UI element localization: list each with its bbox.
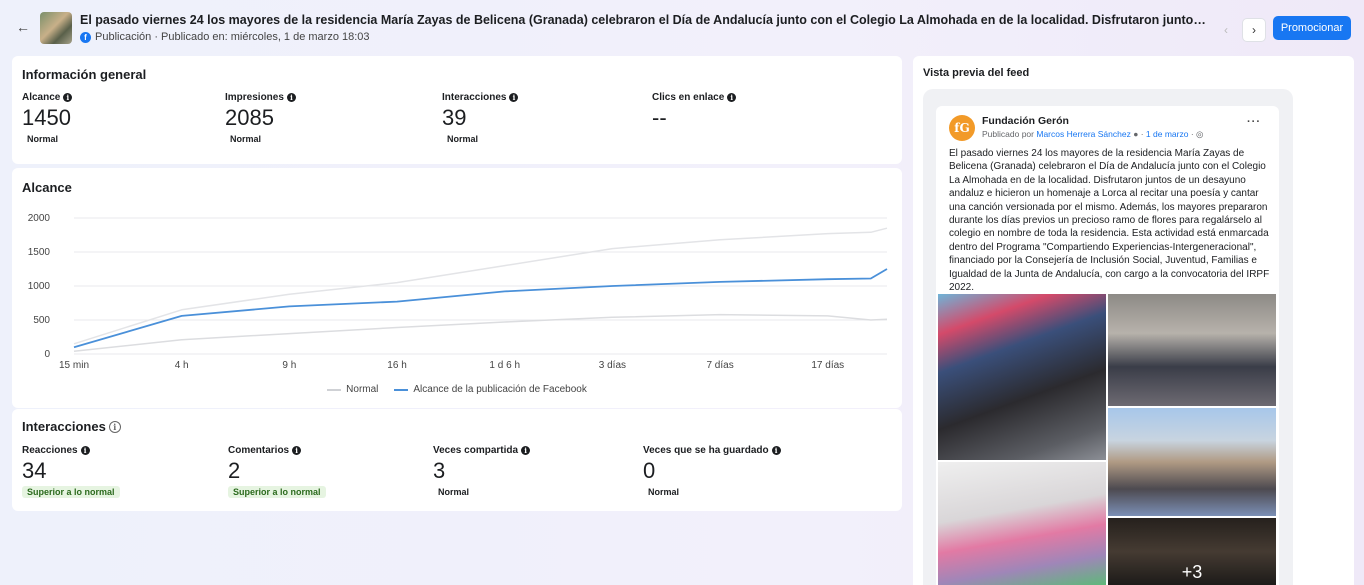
status-badge: Normal: [230, 134, 262, 144]
metric-reactions: Reacciones i 34 Superior a lo normal: [22, 445, 120, 498]
status-badge: Normal: [27, 134, 59, 144]
x-tick-label: 1 d 6 h: [489, 360, 520, 371]
interactions-panel: Interacciones i Reacciones i 34 Superior …: [12, 409, 902, 511]
metric-label: Alcance: [22, 92, 61, 103]
status-badge: Superior a lo normal: [228, 486, 326, 498]
post-title: El pasado viernes 24 los mayores de la r…: [80, 13, 1210, 27]
interactions-title-text: Interacciones: [22, 419, 106, 434]
post-meta: f Publicación · Publicado en: miércoles,…: [80, 31, 370, 43]
y-tick-label: 0: [44, 349, 50, 360]
status-badge: Normal: [438, 487, 470, 497]
metric-value: 2085: [225, 105, 274, 130]
chevron-left-icon[interactable]: ‹: [1214, 18, 1238, 42]
page-name[interactable]: Fundación Gerón: [982, 115, 1069, 127]
info-icon[interactable]: i: [521, 446, 531, 455]
reach-title: Alcance: [22, 180, 72, 195]
interactions-title: Interacciones i: [22, 419, 121, 434]
metric-interactions: Interacciones i 39 Normal: [442, 92, 519, 145]
metric-comments: Comentarios i 2 Superior a lo normal: [228, 445, 326, 498]
legend-swatch: [327, 388, 342, 391]
promote-button[interactable]: Promocionar: [1273, 16, 1351, 40]
post-photo-5[interactable]: +3: [1108, 518, 1276, 585]
reach-panel: Alcance 0 500 1000 1500 2000 15 min 4 h 9 h 16 h…: [12, 168, 902, 408]
metric-label: Reacciones: [22, 445, 78, 456]
legend-label: Alcance de la publicación de Facebook: [413, 384, 587, 395]
globe-icon: ◎: [1196, 129, 1204, 139]
metric-impressions: Impresiones i 2085 Normal: [225, 92, 296, 145]
metric-value: 1450: [22, 105, 71, 130]
post-body-text: El pasado viernes 24 los mayores de la r…: [949, 148, 1270, 294]
post-photo-1[interactable]: [938, 294, 1106, 460]
reach-chart: 0 500 1000 1500 2000 15 min 4 h 9 h 16 h 1 d 6 h 3…: [28, 213, 888, 371]
metric-value: 34: [22, 458, 47, 483]
chevron-right-icon[interactable]: ›: [1242, 18, 1266, 42]
metric-link-clicks: Clics en enlace i --: [652, 92, 737, 130]
metric-shares: Veces compartida i 3 Normal: [433, 445, 531, 498]
metric-label: Veces que se ha guardado: [643, 445, 769, 456]
metric-value: 3: [433, 458, 446, 483]
facebook-icon: f: [80, 31, 91, 43]
feed-preview-title: Vista previa del feed: [923, 67, 1030, 79]
chart-legend: Normal Alcance de la publicación de Face…: [12, 384, 902, 395]
y-tick-label: 2000: [28, 213, 51, 224]
legend-swatch: [394, 388, 409, 391]
author-link[interactable]: Marcos Herrera Sánchez: [1036, 129, 1130, 139]
info-icon[interactable]: i: [727, 93, 737, 102]
info-icon: ●: [1133, 129, 1139, 139]
metric-label: Clics en enlace: [652, 92, 725, 103]
metric-label: Comentarios: [228, 445, 290, 456]
status-badge: Normal: [648, 487, 680, 497]
post-header: ← El pasado viernes 24 los mayores de la…: [0, 0, 1364, 52]
metric-label: Veces compartida: [433, 445, 519, 456]
x-tick-label: 17 días: [811, 360, 844, 371]
published-by-label: Publicado por: [982, 129, 1034, 139]
y-tick-label: 1000: [28, 281, 51, 292]
metric-value: 0: [643, 458, 656, 483]
general-info-title: Información general: [22, 67, 147, 82]
status-badge: Normal: [447, 134, 479, 144]
legend-label: Normal: [346, 384, 379, 395]
more-options-icon[interactable]: ···: [1247, 116, 1261, 128]
metric-value: --: [652, 105, 667, 130]
legend-item-reach[interactable]: Alcance de la publicación de Facebook: [394, 384, 587, 395]
x-tick-label: 16 h: [387, 360, 406, 371]
y-tick-label: 1500: [28, 247, 51, 258]
info-icon[interactable]: i: [80, 446, 90, 455]
metric-label: Interacciones: [442, 92, 507, 103]
post-photo-3[interactable]: [1108, 408, 1276, 516]
info-icon[interactable]: i: [771, 446, 781, 455]
info-icon[interactable]: i: [286, 93, 296, 102]
y-tick-label: 500: [33, 315, 50, 326]
post-byline: Publicado por Marcos Herrera Sánchez ● ·…: [982, 129, 1204, 139]
metric-label: Impresiones: [225, 92, 284, 103]
status-badge: Superior a lo normal: [22, 486, 120, 498]
general-info-panel: Información general Alcance i 1450 Normal…: [12, 56, 902, 164]
page-avatar[interactable]: fG: [949, 115, 975, 141]
x-tick-label: 7 días: [706, 360, 733, 371]
x-tick-label: 9 h: [282, 360, 296, 371]
post-photo-2[interactable]: [1108, 294, 1276, 406]
info-icon[interactable]: i: [292, 446, 302, 455]
info-icon[interactable]: i: [509, 93, 519, 102]
post-meta-text: Publicación · Publicado en: miércoles, 1…: [95, 31, 370, 43]
legend-item-normal[interactable]: Normal: [327, 384, 378, 395]
x-tick-label: 3 días: [599, 360, 626, 371]
metric-value: 39: [442, 105, 467, 130]
metric-saves: Veces que se ha guardado i 0 Normal: [643, 445, 781, 498]
arrow-left-icon[interactable]: ←: [16, 20, 30, 34]
feed-preview-panel: Vista previa del feed fG Fundación Gerón…: [913, 56, 1354, 585]
post-photo-4[interactable]: [938, 462, 1106, 585]
more-photos-overlay[interactable]: +3: [1108, 518, 1276, 585]
x-tick-label: 4 h: [175, 360, 189, 371]
metric-value: 2: [228, 458, 241, 483]
info-icon[interactable]: i: [108, 420, 121, 433]
post-date-link[interactable]: 1 de marzo: [1146, 129, 1189, 139]
feed-post-card: fG Fundación Gerón Publicado por Marcos …: [936, 106, 1279, 585]
info-icon[interactable]: i: [63, 93, 73, 102]
post-thumbnail: [40, 12, 72, 44]
x-tick-label: 15 min: [59, 360, 89, 371]
metric-reach: Alcance i 1450 Normal: [22, 92, 73, 145]
